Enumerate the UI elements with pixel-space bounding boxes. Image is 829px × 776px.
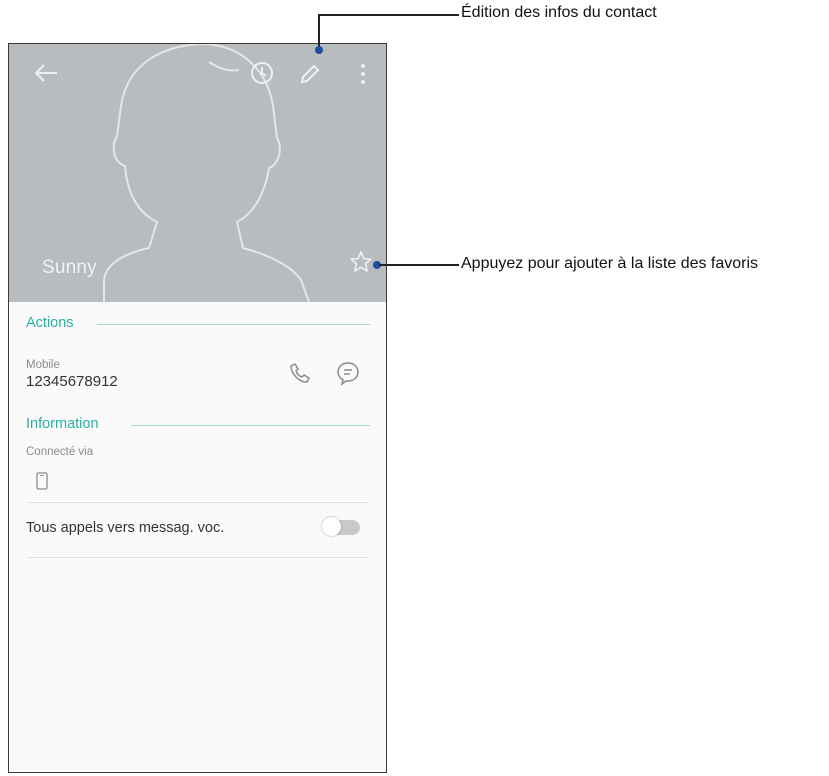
device-icon	[36, 472, 48, 490]
edit-callout-horizontal-line	[318, 14, 459, 16]
more-vert-icon[interactable]	[359, 62, 367, 86]
connected-via-label: Connecté via	[26, 446, 94, 458]
voicemail-toggle-knob[interactable]	[322, 517, 341, 536]
phone-icon[interactable]	[289, 362, 311, 384]
contact-name: Sunny	[42, 257, 97, 278]
contact-header: Sunny	[9, 44, 386, 302]
voicemail-setting-label: Tous appels vers messag. voc.	[26, 520, 225, 536]
row-divider	[27, 557, 368, 558]
actions-section-title: Actions	[26, 315, 74, 331]
information-section-rule	[131, 425, 370, 426]
pencil-icon[interactable]	[298, 62, 322, 86]
back-arrow-icon[interactable]	[33, 62, 59, 84]
contact-detail-screen: Sunny Actions Mobile 12345678912 Informa…	[8, 43, 387, 773]
add-favorite-annotation: Appuyez pour ajouter à la liste des favo…	[461, 255, 759, 272]
edit-callout-vertical-line	[318, 14, 320, 50]
message-icon[interactable]	[336, 360, 360, 386]
star-icon[interactable]	[349, 250, 373, 274]
phone-number[interactable]: 12345678912	[26, 373, 118, 390]
favorite-callout-line	[379, 264, 459, 266]
phone-type-label: Mobile	[26, 359, 60, 371]
edit-callout-dot	[315, 46, 323, 54]
clock-icon[interactable]	[249, 60, 275, 86]
information-section-title: Information	[26, 416, 99, 432]
section-divider	[27, 502, 368, 503]
edit-contact-annotation: Édition des infos du contact	[461, 4, 657, 21]
actions-section-rule	[97, 324, 370, 325]
